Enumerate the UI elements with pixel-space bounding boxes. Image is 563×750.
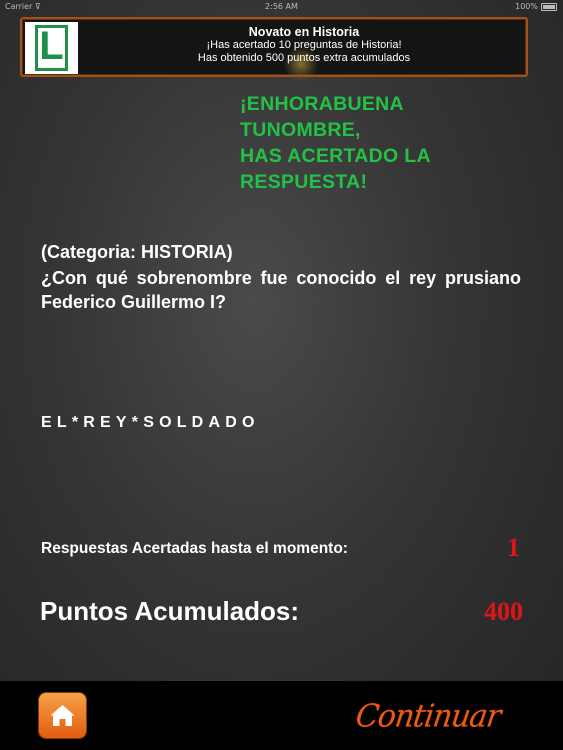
continue-button[interactable]: Continuar	[353, 694, 519, 740]
answer-text: EL*REY*SOLDADO	[41, 414, 260, 431]
battery-icon	[541, 2, 557, 11]
congrats-message: ¡ENHORABUENA TUNOMBRE, HAS ACERTADO LA R…	[240, 91, 540, 195]
battery-indicator: 100%	[515, 2, 557, 11]
correct-answers-label: Respuestas Acertadas hasta el momento:	[41, 540, 348, 557]
home-button[interactable]	[39, 693, 86, 738]
question-text: ¿Con qué sobrenombre fue conocido el rey…	[41, 268, 521, 312]
status-time: 2:56 AM	[265, 2, 298, 11]
points-value: 400	[484, 597, 523, 626]
badge-letter: L	[39, 24, 64, 68]
congrats-line-3: HAS ACERTADO LA	[240, 145, 431, 167]
points-label: Puntos Acumulados:	[40, 596, 300, 626]
battery-percent: 100%	[515, 2, 538, 11]
congrats-line-4: RESPUESTA!	[240, 171, 368, 193]
correct-answers-value: 1	[507, 533, 520, 562]
learner-badge-icon: L	[25, 22, 78, 74]
achievement-banner: L Novato en Historia ¡Has acertado 10 pr…	[20, 17, 528, 81]
status-bar: Carrier ⊽ 2:56 AM 100%	[0, 0, 563, 14]
question-category: (Categoria: HISTORIA)	[41, 242, 233, 262]
congrats-line-2: TUNOMBRE,	[240, 119, 361, 141]
achievement-line-1: ¡Has acertado 10 preguntas de Historia!	[206, 39, 402, 51]
home-icon	[50, 705, 75, 726]
achievement-line-2: Has obtenido 500 puntos extra acumulados	[197, 52, 411, 64]
achievement-title: Novato en Historia	[248, 25, 360, 39]
bottom-bar: Continuar	[0, 681, 563, 750]
congrats-line-1: ¡ENHORABUENA	[240, 93, 404, 115]
